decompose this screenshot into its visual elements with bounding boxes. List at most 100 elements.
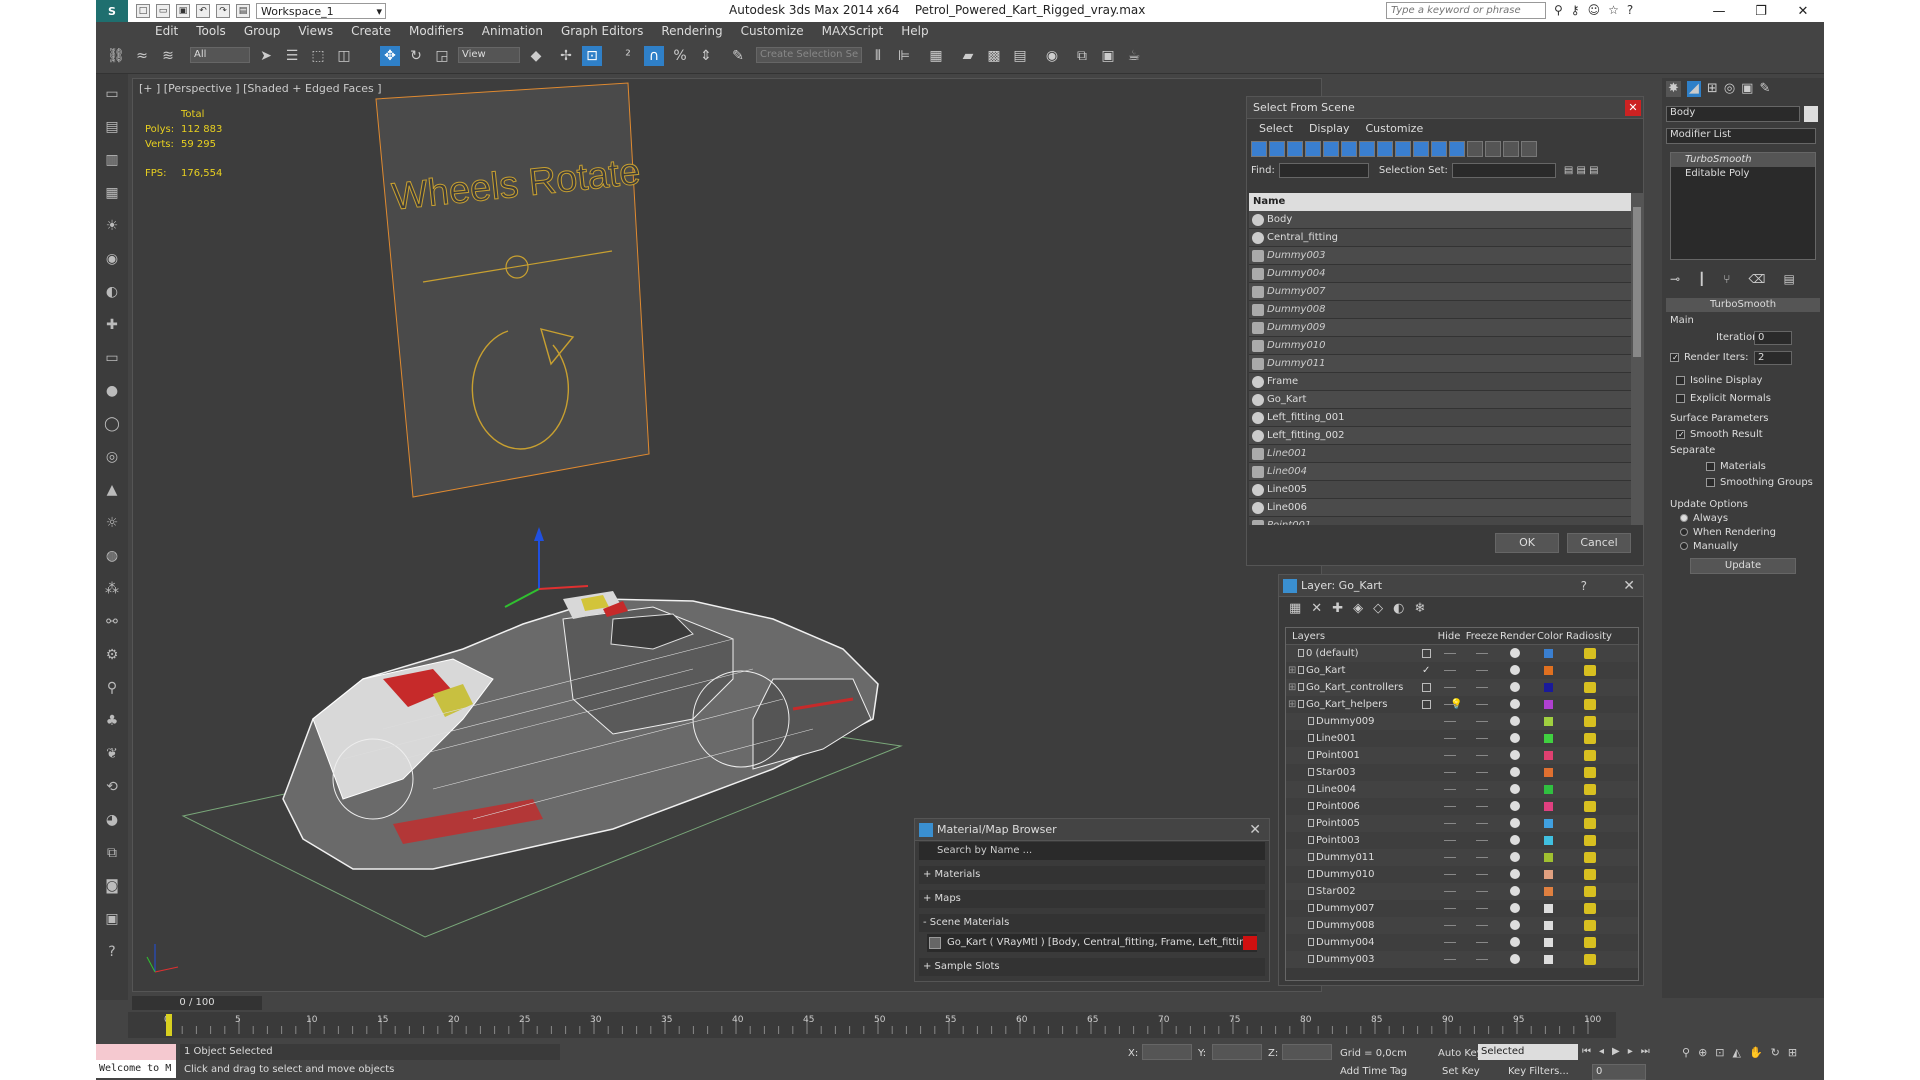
list-item[interactable]: Dummy010: [1249, 337, 1631, 355]
filter-toggle-icon[interactable]: [1287, 141, 1303, 157]
layer-row[interactable]: ⊞ Go_Kart_controllers: [1286, 679, 1638, 696]
curve-editor-icon[interactable]: ▩: [984, 46, 1004, 66]
close-icon[interactable]: ✕: [1623, 575, 1635, 597]
make-unique-icon[interactable]: ⑂: [1723, 272, 1730, 286]
menu-item-edit[interactable]: Edit: [146, 22, 187, 40]
filter-toggle-icon[interactable]: [1359, 141, 1375, 157]
freeze-toggle[interactable]: [1476, 772, 1488, 773]
open-file-icon[interactable]: ▭: [156, 4, 170, 18]
render-teapot-icon[interactable]: [1510, 733, 1520, 743]
workspace-dropdown[interactable]: Workspace_1 ▾: [256, 3, 386, 19]
list-item[interactable]: Dummy004: [1249, 265, 1631, 283]
maxscript-input[interactable]: Welcome to M: [96, 1060, 176, 1078]
expand-icon[interactable]: ⊞: [1288, 662, 1296, 679]
layer-color-swatch[interactable]: [1544, 666, 1553, 675]
radiosity-icon[interactable]: [1584, 699, 1596, 710]
radiosity-icon[interactable]: [1584, 733, 1596, 744]
menu-item-maxscript[interactable]: MAXScript: [813, 22, 893, 40]
layer-col-radiosity[interactable]: Radiosity: [1566, 628, 1612, 644]
menu-item-animation[interactable]: Animation: [473, 22, 552, 40]
coord-y-field[interactable]: [1212, 1044, 1262, 1060]
layer-row[interactable]: Dummy004: [1286, 934, 1638, 951]
list-item[interactable]: Line006: [1249, 499, 1631, 517]
radiosity-icon[interactable]: [1584, 801, 1596, 812]
layer-col-layers[interactable]: Layers: [1286, 628, 1434, 644]
menu-item-help[interactable]: Help: [892, 22, 937, 40]
freeze-toggle[interactable]: [1476, 857, 1488, 858]
freeze-toggle[interactable]: [1476, 942, 1488, 943]
freeze-toggle[interactable]: [1476, 670, 1488, 671]
radiosity-icon[interactable]: [1584, 767, 1596, 778]
percent-snap-icon[interactable]: %: [670, 46, 690, 66]
app-logo-icon[interactable]: S: [96, 0, 128, 22]
camera-icon[interactable]: ◉: [101, 249, 123, 269]
go-kart-wireframe[interactable]: [282, 591, 879, 870]
rect-selection-icon[interactable]: ⬚: [308, 46, 328, 66]
ref-coord-dropdown[interactable]: View: [458, 47, 520, 63]
coord-z-field[interactable]: [1282, 1044, 1332, 1060]
list-item[interactable]: Dummy008: [1249, 301, 1631, 319]
render-teapot-icon[interactable]: [1510, 818, 1520, 828]
list-item[interactable]: Line001: [1249, 445, 1631, 463]
freeze-toggle[interactable]: [1476, 806, 1488, 807]
freeze-toggle[interactable]: [1476, 840, 1488, 841]
create-tab-icon[interactable]: ✸: [1666, 81, 1681, 97]
layer-row[interactable]: Dummy010: [1286, 866, 1638, 883]
pan-icon[interactable]: ✋: [1749, 1046, 1763, 1059]
snapshot-icon[interactable]: ⧉: [101, 843, 123, 863]
time-slider[interactable]: 0 / 100: [132, 996, 262, 1010]
render-teapot-icon[interactable]: [1510, 886, 1520, 896]
pin-stack-icon[interactable]: ⊸: [1670, 272, 1680, 286]
render-teapot-icon[interactable]: [1510, 716, 1520, 726]
minimize-icon[interactable]: —: [1698, 0, 1740, 22]
zoom-icon[interactable]: ⚲: [1682, 1046, 1690, 1059]
layer-row[interactable]: Dummy009: [1286, 713, 1638, 730]
key-filters-button[interactable]: Key Filters...: [1508, 1066, 1569, 1077]
help-search-input[interactable]: [1386, 2, 1546, 19]
layer-color-swatch[interactable]: [1544, 785, 1553, 794]
dynamic-icon[interactable]: ⟲: [101, 777, 123, 797]
named-selection-set-dropdown[interactable]: Create Selection Se: [756, 47, 862, 63]
freeze-all-icon[interactable]: ❄: [1414, 601, 1425, 616]
render-teapot-icon[interactable]: [1510, 665, 1520, 675]
bind-spacewarp-icon[interactable]: ≋: [158, 46, 178, 66]
freeze-toggle[interactable]: [1476, 704, 1488, 705]
save-file-icon[interactable]: ▣: [176, 4, 190, 18]
hide-toggle[interactable]: [1444, 755, 1456, 756]
update-manually-radio[interactable]: [1680, 542, 1688, 550]
render-teapot-icon[interactable]: [1510, 852, 1520, 862]
box-icon[interactable]: ▭: [101, 348, 123, 368]
select-move-icon[interactable]: ✥: [380, 46, 400, 66]
layer-color-swatch[interactable]: [1544, 904, 1553, 913]
rollout-header[interactable]: TurboSmooth: [1666, 298, 1820, 312]
list-item[interactable]: Dummy011: [1249, 355, 1631, 373]
hide-toggle[interactable]: [1444, 653, 1456, 654]
render-teapot-icon[interactable]: [1510, 682, 1520, 692]
filter-toggle-icon[interactable]: [1251, 141, 1267, 157]
menu-item-create[interactable]: Create: [342, 22, 400, 40]
render-iters-spinner[interactable]: 2: [1754, 351, 1792, 365]
key-mode-dropdown[interactable]: Selected: [1478, 1044, 1578, 1060]
orbit-icon[interactable]: ↻: [1771, 1046, 1780, 1059]
iterations-spinner[interactable]: 0: [1754, 331, 1792, 345]
menu-item-modifiers[interactable]: Modifiers: [400, 22, 473, 40]
keyboard-shortcut-icon[interactable]: ⊡: [582, 46, 602, 66]
person-icon[interactable]: ☺: [1588, 3, 1601, 17]
layer-color-swatch[interactable]: [1544, 700, 1553, 709]
render-teapot-icon[interactable]: [1510, 648, 1520, 658]
render-teapot-icon[interactable]: [1510, 920, 1520, 930]
remove-modifier-icon[interactable]: ⌫: [1749, 272, 1766, 286]
layer-row[interactable]: Dummy003: [1286, 951, 1638, 968]
expand-icon[interactable]: ⊞: [1288, 679, 1296, 696]
undo-icon[interactable]: ↶: [196, 4, 210, 18]
show-end-result-icon[interactable]: ┃: [1698, 272, 1705, 286]
render-teapot-icon[interactable]: [1510, 784, 1520, 794]
configure-sets-icon[interactable]: ▤: [1783, 272, 1794, 286]
render-teapot-icon[interactable]: [1510, 767, 1520, 777]
hide-toggle[interactable]: [1444, 857, 1456, 858]
hide-toggle[interactable]: [1444, 925, 1456, 926]
filter-toggle-icon[interactable]: [1485, 141, 1501, 157]
expand-icon[interactable]: ⊞: [1288, 696, 1296, 713]
freeze-toggle[interactable]: [1476, 755, 1488, 756]
layer-color-swatch[interactable]: [1544, 649, 1553, 658]
